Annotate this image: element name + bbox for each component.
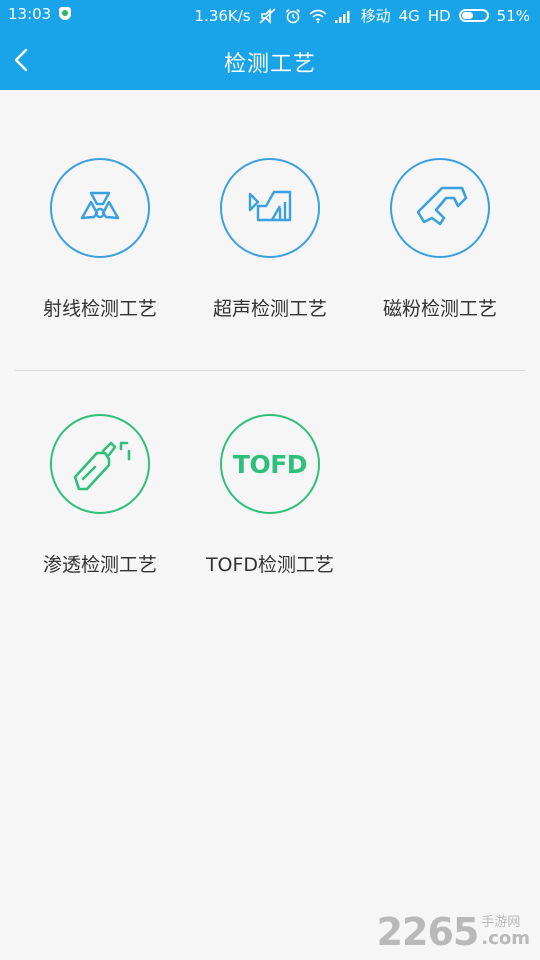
process-label: 射线检测工艺 — [42, 298, 157, 320]
shield-icon — [59, 7, 71, 20]
magnet-yoke-icon — [416, 186, 468, 226]
process-label: 渗透检测工艺 — [42, 554, 157, 576]
wifi-icon — [309, 9, 327, 23]
alarm-icon — [285, 8, 300, 23]
page-title: 检测工艺 — [223, 52, 316, 77]
battery-percent: 51% — [496, 6, 530, 25]
battery-fill — [461, 12, 473, 19]
tofd-text-icon: TOFD — [232, 449, 308, 479]
watermark-text-stack: 手游网 .com — [481, 916, 530, 948]
row-divider — [15, 370, 525, 371]
watermark-domain: .com — [481, 928, 530, 949]
signal-icon — [334, 10, 350, 23]
app-header: 检测工艺 — [0, 30, 540, 90]
process-label: TOFD检测工艺 — [205, 554, 335, 576]
process-item-ultrasonic[interactable]: 超声检测工艺 — [185, 158, 355, 321]
radiation-icon — [80, 191, 120, 220]
process-label: 超声检测工艺 — [212, 298, 327, 320]
process-label: 磁粉检测工艺 — [382, 298, 497, 320]
status-time: 13:03 — [8, 5, 52, 23]
hd-indicator: HD — [427, 6, 451, 25]
ultrasonic-icon-circle — [220, 158, 320, 258]
spray-can-icon — [73, 441, 131, 491]
network-type: 4G — [398, 6, 420, 25]
process-item-radiographic[interactable]: 射线检测工艺 — [15, 158, 185, 321]
status-right-group: 1.36K/s 移动 4G HD 51% — [195, 5, 530, 26]
site-watermark: 2265 手游网 .com — [377, 910, 530, 954]
mute-icon — [259, 7, 276, 24]
watermark-number: 2265 — [376, 910, 480, 954]
process-item-penetrant[interactable]: 渗透检测工艺 — [15, 414, 185, 577]
carrier-name: 移动 — [360, 7, 391, 25]
network-speed: 1.36K/s — [194, 6, 251, 25]
tofd-text-icon-circle: TOFD — [220, 414, 320, 514]
magnet-yoke-icon-circle — [390, 158, 490, 258]
battery-icon — [458, 9, 489, 22]
process-item-magnetic[interactable]: 磁粉检测工艺 — [355, 158, 525, 321]
status-bar: 13:03 1.36K/s 移动 4G HD 51% — [0, 0, 540, 30]
process-item-tofd[interactable]: TOFD TOFD检测工艺 — [185, 414, 355, 577]
spray-can-icon-circle — [50, 414, 150, 514]
radiation-icon-circle — [50, 158, 150, 258]
ultrasonic-icon — [248, 190, 292, 222]
